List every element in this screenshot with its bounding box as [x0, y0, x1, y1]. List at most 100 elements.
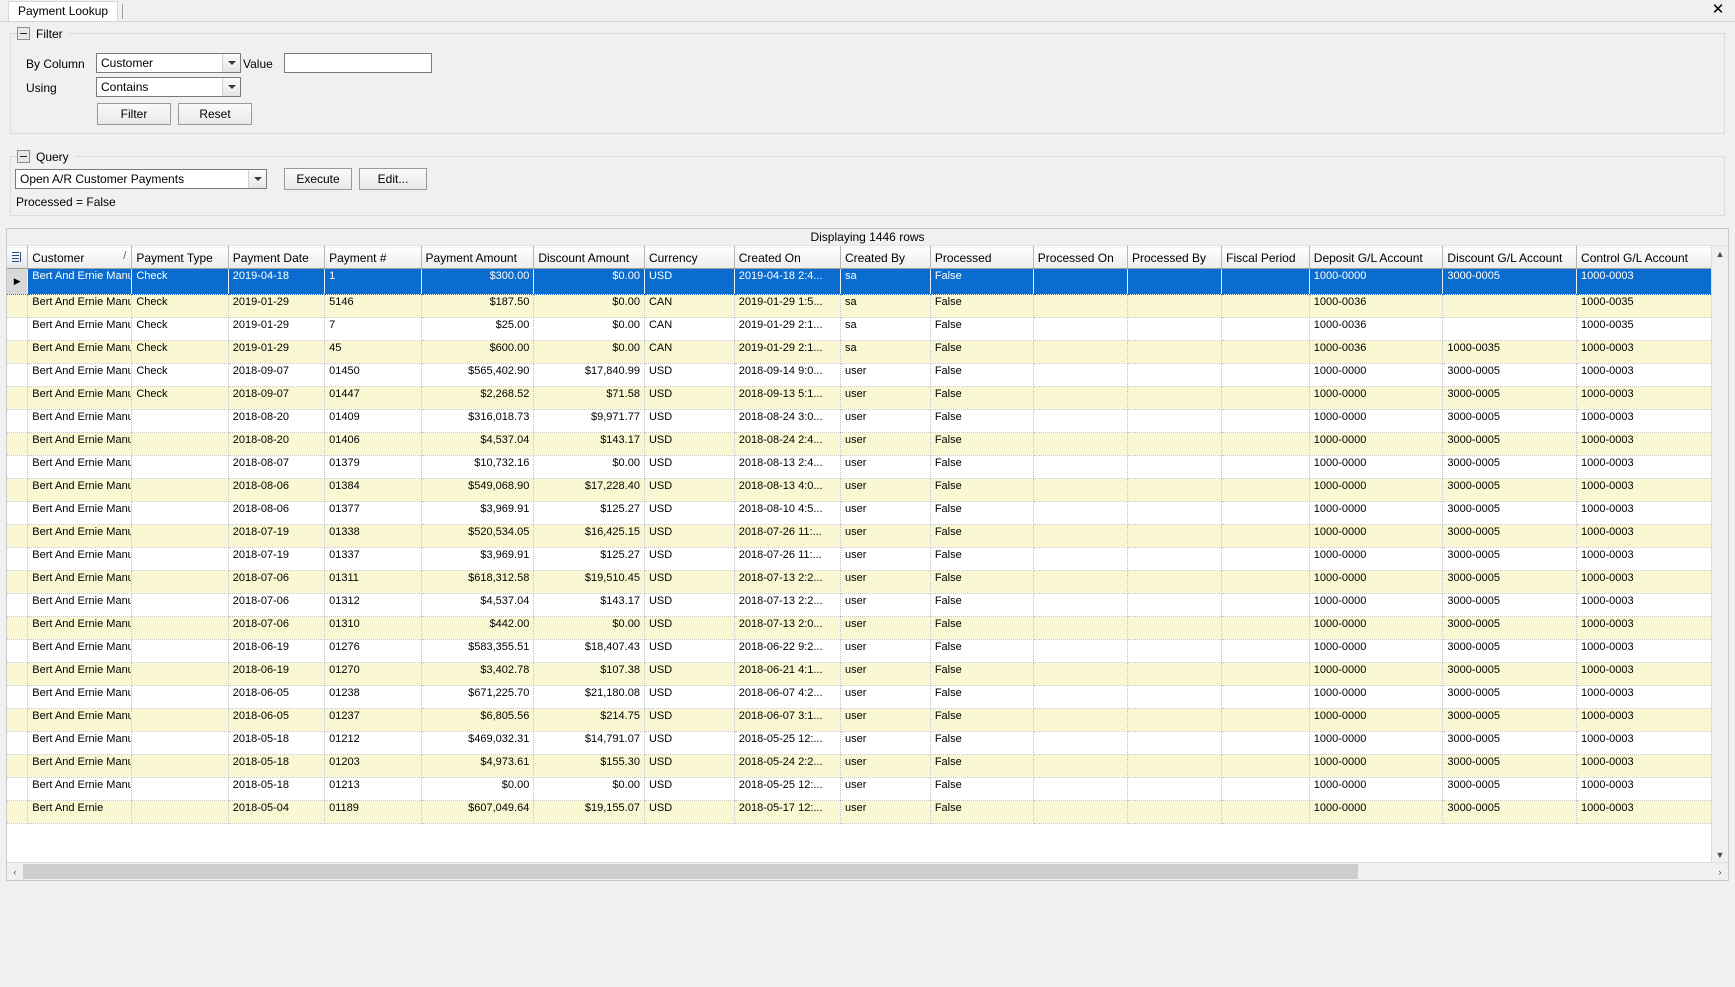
column-header-payment-number[interactable]: Payment # [324, 246, 422, 269]
table-row[interactable]: Bert And Ernie Manufacturing_3 2018-08-20… [7, 409, 1713, 433]
table-cell-processed-on[interactable] [1033, 524, 1128, 548]
row-header-cell[interactable] [7, 570, 29, 594]
table-cell-discount-amount[interactable]: $0.00 [533, 268, 645, 295]
table-cell-payment-date[interactable]: 2018-08-20 [228, 432, 326, 456]
table-cell-currency[interactable]: CAN [644, 294, 735, 318]
table-cell-discount-gl-account[interactable]: 3000-0005 [1442, 455, 1578, 479]
table-cell-created-by[interactable]: user [840, 386, 931, 410]
table-cell-fiscal-period[interactable] [1221, 731, 1310, 755]
table-cell-created-on[interactable]: 2018-09-14 9:0... [734, 363, 842, 387]
table-cell-created-on[interactable]: 2018-05-24 2:2... [734, 754, 842, 778]
table-cell-currency[interactable]: USD [644, 731, 735, 755]
table-cell-control-gl-account[interactable]: 1000-0003 [1576, 432, 1713, 456]
table-cell-customer[interactable]: Bert And Ernie Manufacturing_3 [27, 524, 133, 548]
table-cell-payment-amount[interactable]: $25.00 [421, 317, 535, 341]
table-cell-created-by[interactable]: user [840, 363, 931, 387]
table-cell-processed[interactable]: False [930, 708, 1034, 732]
table-cell-payment-type[interactable] [131, 547, 229, 571]
table-cell-discount-gl-account[interactable]: 3000-0005 [1442, 754, 1578, 778]
row-header-cell[interactable]: ▶ [7, 268, 29, 295]
table-cell-discount-gl-account[interactable]: 3000-0005 [1442, 685, 1578, 709]
table-cell-discount-amount[interactable]: $143.17 [533, 593, 645, 617]
table-cell-fiscal-period[interactable] [1221, 570, 1310, 594]
table-row[interactable]: Bert And Ernie Manufacturing_3Check2019-… [7, 340, 1713, 364]
table-cell-processed-by[interactable] [1127, 547, 1223, 571]
table-cell-deposit-gl-account[interactable]: 1000-0036 [1309, 317, 1444, 341]
table-cell-processed[interactable]: False [930, 294, 1034, 318]
horizontal-scrollbar[interactable]: ‹ › [7, 862, 1728, 880]
table-cell-deposit-gl-account[interactable]: 1000-0000 [1309, 501, 1444, 525]
table-cell-processed[interactable]: False [930, 685, 1034, 709]
table-cell-customer[interactable]: Bert And Ernie Manufacturing_3 [27, 386, 133, 410]
table-cell-payment-amount[interactable]: $3,969.91 [421, 501, 535, 525]
table-cell-control-gl-account[interactable]: 1000-0003 [1576, 570, 1713, 594]
table-cell-control-gl-account[interactable]: 1000-0003 [1576, 524, 1713, 548]
column-header-created-by[interactable]: Created By [840, 246, 931, 269]
table-cell-processed[interactable]: False [930, 662, 1034, 686]
table-cell-payment-date[interactable]: 2018-08-07 [228, 455, 326, 479]
table-cell-customer[interactable]: Bert And Ernie Manufacturing_3 [27, 731, 133, 755]
table-cell-payment-type[interactable]: Check [131, 340, 229, 364]
table-cell-processed-by[interactable] [1127, 616, 1223, 640]
table-cell-payment-date[interactable]: 2018-08-20 [228, 409, 326, 433]
table-cell-fiscal-period[interactable] [1221, 639, 1310, 663]
table-cell-created-on[interactable]: 2019-01-29 1:5... [734, 294, 842, 318]
table-cell-processed-on[interactable] [1033, 754, 1128, 778]
table-cell-created-by[interactable]: sa [840, 268, 931, 295]
table-cell-created-on[interactable]: 2018-08-13 4:0... [734, 478, 842, 502]
table-cell-control-gl-account[interactable]: 1000-0003 [1576, 731, 1713, 755]
table-cell-processed-on[interactable] [1033, 409, 1128, 433]
table-cell-processed-on[interactable] [1033, 731, 1128, 755]
table-cell-discount-gl-account[interactable]: 3000-0005 [1442, 386, 1578, 410]
table-row[interactable]: Bert And Ernie Manufacturing_3Check2019-… [7, 294, 1713, 318]
row-header-cell[interactable] [7, 432, 29, 456]
table-cell-processed[interactable]: False [930, 593, 1034, 617]
row-header-cell[interactable] [7, 639, 29, 663]
table-cell-deposit-gl-account[interactable]: 1000-0000 [1309, 639, 1444, 663]
table-cell-processed[interactable]: False [930, 754, 1034, 778]
table-row[interactable]: Bert And Ernie Manufacturing_3Check2018-… [7, 386, 1713, 410]
table-cell-currency[interactable]: USD [644, 547, 735, 571]
table-cell-customer[interactable]: Bert And Ernie Manufacturing_3 [27, 570, 133, 594]
table-cell-processed[interactable]: False [930, 478, 1034, 502]
table-cell-created-by[interactable]: sa [840, 317, 931, 341]
table-cell-payment-amount[interactable]: $583,355.51 [421, 639, 535, 663]
horizontal-scroll-thumb[interactable] [23, 864, 1358, 879]
table-cell-payment-date[interactable]: 2018-07-06 [228, 570, 326, 594]
table-cell-control-gl-account[interactable]: 1000-0003 [1576, 685, 1713, 709]
table-cell-created-by[interactable]: user [840, 800, 931, 824]
table-cell-processed-by[interactable] [1127, 455, 1223, 479]
table-cell-payment-number[interactable]: 01212 [324, 731, 422, 755]
table-cell-discount-gl-account[interactable] [1442, 317, 1578, 341]
table-row[interactable]: Bert And Ernie Manufacturing_3Check2019-… [7, 317, 1713, 341]
column-header-customer[interactable]: Customer / [27, 246, 133, 269]
table-cell-processed[interactable]: False [930, 800, 1034, 824]
edit-query-button[interactable]: Edit... [359, 168, 427, 190]
table-cell-payment-type[interactable] [131, 593, 229, 617]
scroll-down-icon[interactable]: ▼ [1712, 847, 1728, 863]
table-cell-payment-type[interactable] [131, 409, 229, 433]
table-cell-payment-amount[interactable]: $3,969.91 [421, 547, 535, 571]
table-cell-payment-number[interactable]: 01311 [324, 570, 422, 594]
table-cell-payment-date[interactable]: 2019-01-29 [228, 317, 326, 341]
table-cell-created-on[interactable]: 2018-07-26 11:... [734, 547, 842, 571]
table-cell-fiscal-period[interactable] [1221, 754, 1310, 778]
table-cell-payment-amount[interactable]: $2,268.52 [421, 386, 535, 410]
table-cell-payment-amount[interactable]: $187.50 [421, 294, 535, 318]
column-header-payment-type[interactable]: Payment Type [131, 246, 229, 269]
table-cell-discount-gl-account[interactable]: 3000-0005 [1442, 409, 1578, 433]
table-cell-payment-date[interactable]: 2018-08-06 [228, 478, 326, 502]
table-cell-created-by[interactable]: user [840, 616, 931, 640]
table-cell-payment-number[interactable]: 01270 [324, 662, 422, 686]
table-cell-processed-on[interactable] [1033, 547, 1128, 571]
table-cell-discount-amount[interactable]: $125.27 [533, 501, 645, 525]
table-cell-processed-on[interactable] [1033, 432, 1128, 456]
table-cell-customer[interactable]: Bert And Ernie Manufacturing_3 [27, 501, 133, 525]
table-cell-processed[interactable]: False [930, 409, 1034, 433]
table-cell-discount-amount[interactable]: $214.75 [533, 708, 645, 732]
table-cell-payment-number[interactable]: 01338 [324, 524, 422, 548]
table-cell-payment-type[interactable] [131, 432, 229, 456]
table-cell-payment-type[interactable] [131, 639, 229, 663]
column-header-payment-amount[interactable]: Payment Amount [421, 246, 535, 269]
table-cell-currency[interactable]: USD [644, 593, 735, 617]
